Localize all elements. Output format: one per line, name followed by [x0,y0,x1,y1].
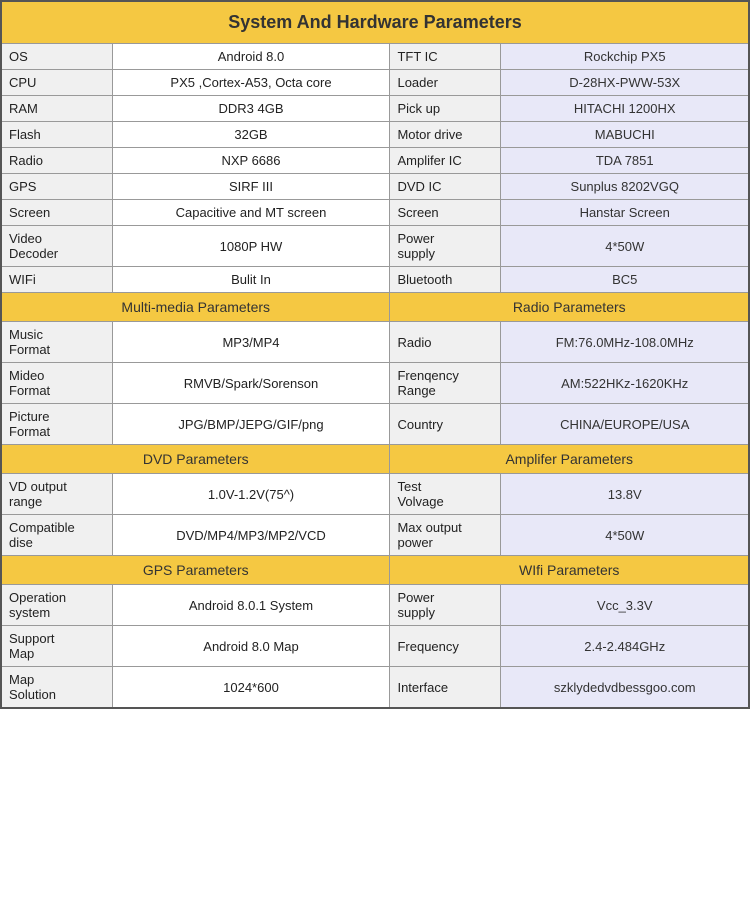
page-title: System And Hardware Parameters [1,1,749,44]
value-max-output: 4*50W [501,515,749,556]
gps-header-label: GPS Parameters [1,556,390,585]
label-max-output: Max output power [390,515,501,556]
label-mideo-format: Mideo Format [1,363,112,404]
value-frequency: 2.4-2.484GHz [501,626,749,667]
title-row: System And Hardware Parameters [1,1,749,44]
label-vd-output: VD output range [1,474,112,515]
value-mideo-format: RMVB/Spark/Sorenson [112,363,390,404]
table-row: Mideo Format RMVB/Spark/Sorenson Frenqen… [1,363,749,404]
label-operation-system: Operation system [1,585,112,626]
label-tft-ic: TFT IC [390,44,501,70]
value-music-format: MP3/MP4 [112,322,390,363]
table-row: Map Solution 1024*600 Interface szklyded… [1,667,749,709]
value-frenqency-range: AM:522HKz-1620KHz [501,363,749,404]
value-country: CHINA/EUROPE/USA [501,404,749,445]
label-os: OS [1,44,112,70]
value-bluetooth: BC5 [501,267,749,293]
table-row: Flash 32GB Motor drive MABUCHI [1,122,749,148]
label-screen: Screen [1,200,112,226]
value-compatible-dise: DVD/MP4/MP3/MP2/VCD [112,515,390,556]
label-bluetooth: Bluetooth [390,267,501,293]
label-interface: Interface [390,667,501,709]
multimedia-header-label: Multi-media Parameters [1,293,390,322]
label-amplifer-ic: Amplifer IC [390,148,501,174]
value-radio: NXP 6686 [112,148,390,174]
table-row: Music Format MP3/MP4 Radio FM:76.0MHz-10… [1,322,749,363]
section-header-gps: GPS Parameters WIfi Parameters [1,556,749,585]
label-screen-right: Screen [390,200,501,226]
label-loader: Loader [390,70,501,96]
table-row: Screen Capacitive and MT screen Screen H… [1,200,749,226]
dvd-header-label: DVD Parameters [1,445,390,474]
label-gps: GPS [1,174,112,200]
value-tft-ic: Rockchip PX5 [501,44,749,70]
value-video-decoder: 1080P HW [112,226,390,267]
label-power-supply: Power supply [390,226,501,267]
value-picture-format: JPG/BMP/JEPG/GIF/png [112,404,390,445]
label-support-map: Support Map [1,626,112,667]
label-video-decoder: Video Decoder [1,226,112,267]
value-ram: DDR3 4GB [112,96,390,122]
label-motor-drive: Motor drive [390,122,501,148]
label-radio-mm: Radio [390,322,501,363]
value-pickup: HITACHI 1200HX [501,96,749,122]
label-test-volvage: Test Volvage [390,474,501,515]
table-row: CPU PX5 ,Cortex-A53, Octa core Loader D-… [1,70,749,96]
value-radio-mm: FM:76.0MHz-108.0MHz [501,322,749,363]
value-os: Android 8.0 [112,44,390,70]
radio-header-label: Radio Parameters [390,293,749,322]
value-support-map: Android 8.0 Map [112,626,390,667]
table-row: Operation system Android 8.0.1 System Po… [1,585,749,626]
value-gps: SIRF III [112,174,390,200]
main-table: System And Hardware Parameters OS Androi… [0,0,750,709]
label-ram: RAM [1,96,112,122]
table-row: VD output range 1.0V-1.2V(75^) Test Volv… [1,474,749,515]
label-frenqency-range: Frenqency Range [390,363,501,404]
value-screen-right: Hanstar Screen [501,200,749,226]
value-wifi: Bulit In [112,267,390,293]
table-row: Video Decoder 1080P HW Power supply 4*50… [1,226,749,267]
label-wifi: WIFi [1,267,112,293]
value-cpu: PX5 ,Cortex-A53, Octa core [112,70,390,96]
table-row: Picture Format JPG/BMP/JEPG/GIF/png Coun… [1,404,749,445]
label-country: Country [390,404,501,445]
table-row: WIFi Bulit In Bluetooth BC5 [1,267,749,293]
label-map-solution: Map Solution [1,667,112,709]
value-dvd-ic: Sunplus 8202VGQ [501,174,749,200]
value-operation-system: Android 8.0.1 System [112,585,390,626]
label-music-format: Music Format [1,322,112,363]
wifi-header-label: WIfi Parameters [390,556,749,585]
table-row: OS Android 8.0 TFT IC Rockchip PX5 [1,44,749,70]
label-picture-format: Picture Format [1,404,112,445]
label-frequency: Frequency [390,626,501,667]
value-interface: szklydedvdbessgoo.com [501,667,749,709]
value-loader: D-28HX-PWW-53X [501,70,749,96]
table-row: Support Map Android 8.0 Map Frequency 2.… [1,626,749,667]
table-row: RAM DDR3 4GB Pick up HITACHI 1200HX [1,96,749,122]
label-cpu: CPU [1,70,112,96]
value-flash: 32GB [112,122,390,148]
value-power-supply-gps: Vcc_3.3V [501,585,749,626]
value-power-supply: 4*50W [501,226,749,267]
value-map-solution: 1024*600 [112,667,390,709]
table-row: Compatible dise DVD/MP4/MP3/MP2/VCD Max … [1,515,749,556]
section-header-multimedia: Multi-media Parameters Radio Parameters [1,293,749,322]
value-test-volvage: 13.8V [501,474,749,515]
value-vd-output: 1.0V-1.2V(75^) [112,474,390,515]
value-screen: Capacitive and MT screen [112,200,390,226]
table-row: GPS SIRF III DVD IC Sunplus 8202VGQ [1,174,749,200]
value-motor-drive: MABUCHI [501,122,749,148]
value-amplifer-ic: TDA 7851 [501,148,749,174]
label-pickup: Pick up [390,96,501,122]
label-flash: Flash [1,122,112,148]
label-compatible-dise: Compatible dise [1,515,112,556]
amplifier-header-label: Amplifer Parameters [390,445,749,474]
label-power-supply-gps: Power supply [390,585,501,626]
label-dvd-ic: DVD IC [390,174,501,200]
section-header-dvd: DVD Parameters Amplifer Parameters [1,445,749,474]
label-radio: Radio [1,148,112,174]
table-row: Radio NXP 6686 Amplifer IC TDA 7851 [1,148,749,174]
